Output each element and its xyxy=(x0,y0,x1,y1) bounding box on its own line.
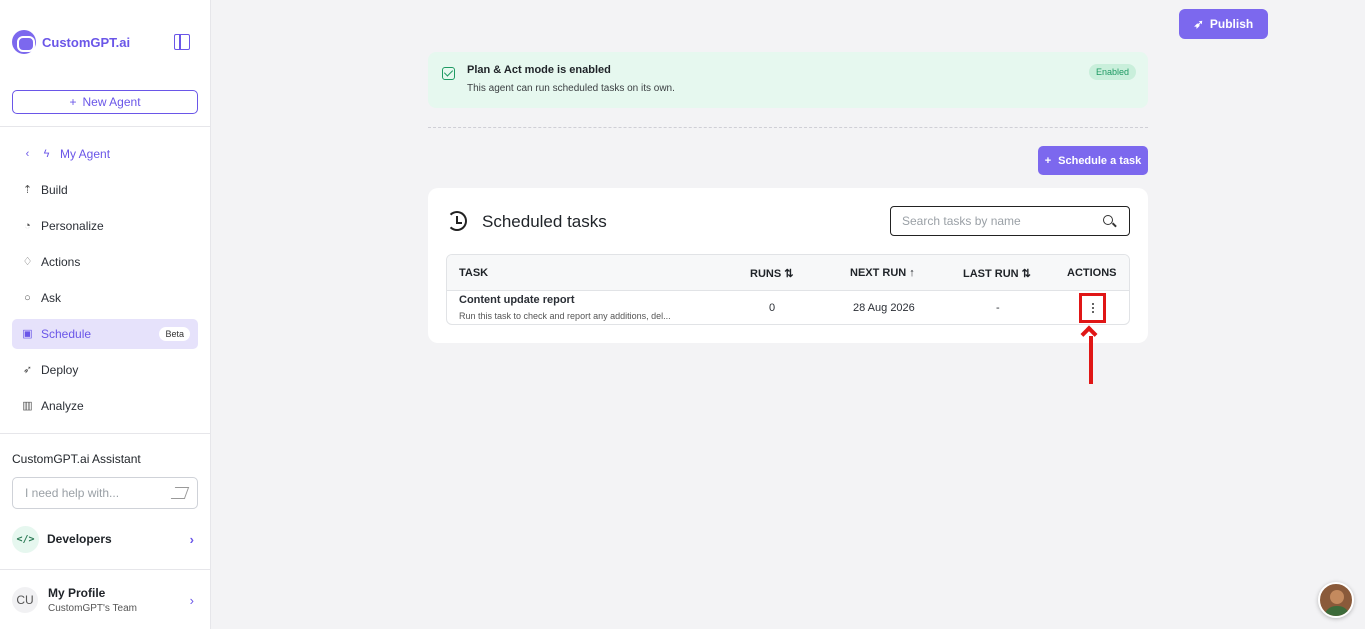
divider xyxy=(0,569,210,570)
build-icon: ⇡ xyxy=(22,183,33,196)
table-row[interactable]: Content update report Run this task to c… xyxy=(447,291,1129,324)
sidebar-item-label: Deploy xyxy=(41,363,79,377)
task-runs: 0 xyxy=(769,302,776,314)
notice-title: Plan & Act mode is enabled xyxy=(467,64,611,76)
calendar-icon: ▣ xyxy=(22,327,33,340)
send-icon[interactable] xyxy=(170,487,190,499)
bolt-icon: ϟ xyxy=(43,147,50,160)
beta-badge: Beta xyxy=(159,327,190,341)
sidebar-item-build[interactable]: ⇡ Build xyxy=(12,175,198,205)
sidebar-item-ask[interactable]: ○ Ask xyxy=(12,283,198,313)
new-agent-label: New Agent xyxy=(82,95,141,109)
rocket-icon: ➶ xyxy=(22,363,33,376)
column-next-run[interactable]: NEXT RUN ↑ xyxy=(850,267,915,279)
sidebar-item-label: Actions xyxy=(41,255,81,269)
sidebar-toggle-icon[interactable] xyxy=(174,34,190,50)
palette-icon: ◔ xyxy=(24,219,31,232)
task-next-run: 28 Aug 2026 xyxy=(853,302,915,314)
check-icon xyxy=(442,67,455,80)
task-last-run: - xyxy=(996,302,1000,314)
assistant-help-input[interactable]: I need help with... xyxy=(12,477,198,509)
avatar: CU xyxy=(12,587,38,613)
status-badge: Enabled xyxy=(1088,64,1136,80)
plan-act-notice: Plan & Act mode is enabled This agent ca… xyxy=(428,52,1148,108)
more-actions-icon[interactable] xyxy=(1079,293,1106,323)
sidebar-item-label: Schedule xyxy=(41,327,92,341)
chevron-right-icon: › xyxy=(189,531,194,547)
help-placeholder: I need help with... xyxy=(25,486,120,500)
developers-link[interactable]: </> Developers › xyxy=(12,525,198,553)
task-description: Run this task to check and report any ad… xyxy=(459,311,671,321)
column-runs[interactable]: RUNS ⇅ xyxy=(750,267,793,280)
chat-icon: ○ xyxy=(24,291,31,304)
app-name: CustomGPT.ai xyxy=(42,34,131,50)
rocket-icon: ➶ xyxy=(1193,17,1204,31)
sidebar: CustomGPT.ai + New Agent ‹ ϟ My Agent ⇡ … xyxy=(0,0,211,629)
profile-menu[interactable]: CU My Profile CustomGPT's Team › xyxy=(12,583,198,617)
assistant-title: CustomGPT.ai Assistant xyxy=(12,452,141,466)
profile-team: CustomGPT's Team xyxy=(48,603,137,614)
chevron-left-icon: ‹ xyxy=(25,147,30,160)
plus-icon: + xyxy=(69,95,77,109)
sidebar-item-schedule[interactable]: ▣ Schedule Beta xyxy=(12,319,198,349)
notice-subtitle: This agent can run scheduled tasks on it… xyxy=(467,83,675,94)
tasks-table: TASK RUNS ⇅ NEXT RUN ↑ LAST RUN ⇅ ACTION… xyxy=(446,254,1130,325)
column-task[interactable]: TASK xyxy=(459,267,488,279)
sidebar-item-label: Personalize xyxy=(41,219,104,233)
schedule-task-label: Schedule a task xyxy=(1058,154,1142,167)
task-name[interactable]: Content update report xyxy=(459,294,575,306)
back-label: My Agent xyxy=(60,147,111,161)
history-icon xyxy=(447,211,467,231)
scheduled-tasks-card: Scheduled tasks Search tasks by name TAS… xyxy=(428,188,1148,343)
table-header: TASK RUNS ⇅ NEXT RUN ↑ LAST RUN ⇅ ACTION… xyxy=(447,255,1129,291)
card-title: Scheduled tasks xyxy=(482,212,607,231)
publish-label: Publish xyxy=(1209,17,1254,31)
sidebar-item-label: Build xyxy=(41,183,68,197)
annotation-arrow-icon xyxy=(1080,325,1100,386)
schedule-task-button[interactable]: + Schedule a task xyxy=(1038,146,1148,175)
sidebar-item-deploy[interactable]: ➶ Deploy xyxy=(12,355,198,385)
divider xyxy=(428,127,1148,128)
code-icon: </> xyxy=(12,525,39,553)
developers-label: Developers xyxy=(47,532,112,546)
plus-icon: + xyxy=(1044,154,1052,167)
back-to-agent[interactable]: ‹ ϟ My Agent xyxy=(12,139,198,169)
column-last-run[interactable]: LAST RUN ⇅ xyxy=(963,267,1031,280)
search-icon[interactable] xyxy=(1103,215,1113,225)
sidebar-item-personalize[interactable]: ◔ Personalize xyxy=(12,211,198,241)
search-placeholder: Search tasks by name xyxy=(902,214,1021,228)
sidebar-item-label: Analyze xyxy=(41,399,84,413)
column-actions: ACTIONS xyxy=(1067,267,1117,279)
brain-logo-icon xyxy=(12,30,36,54)
divider xyxy=(0,433,210,434)
profile-name: My Profile xyxy=(48,586,106,600)
sidebar-item-analyze[interactable]: ▥ Analyze xyxy=(12,391,198,421)
support-chat-avatar[interactable] xyxy=(1318,582,1354,618)
logo[interactable]: CustomGPT.ai xyxy=(12,30,200,54)
divider xyxy=(0,126,210,127)
chart-icon: ▥ xyxy=(22,399,33,412)
actions-icon: ♢ xyxy=(22,255,33,268)
new-agent-button[interactable]: + New Agent xyxy=(12,90,198,114)
publish-button[interactable]: ➶ Publish xyxy=(1179,9,1268,39)
chevron-right-icon: › xyxy=(189,592,194,608)
sidebar-item-actions[interactable]: ♢ Actions xyxy=(12,247,198,277)
sidebar-item-label: Ask xyxy=(41,291,62,305)
search-input[interactable]: Search tasks by name xyxy=(890,206,1130,236)
